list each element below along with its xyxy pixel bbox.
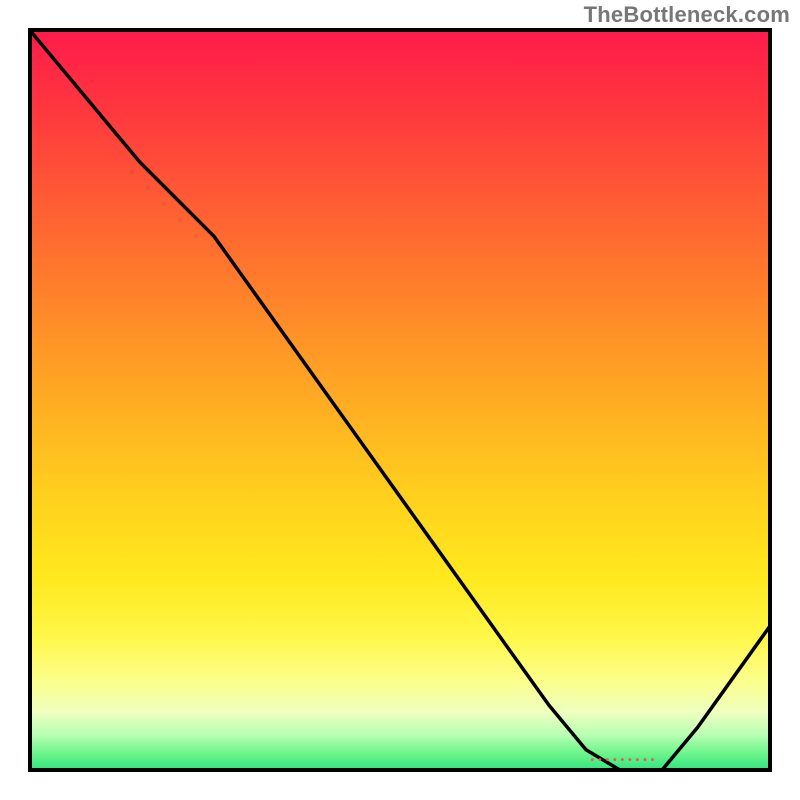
optimal-marker: ••••••••• xyxy=(591,755,659,766)
bottleneck-curve xyxy=(28,28,772,772)
chart-container: TheBottleneck.com ••••••••• xyxy=(0,0,800,800)
plot-area: ••••••••• xyxy=(28,28,772,772)
watermark-text: TheBottleneck.com xyxy=(584,2,790,28)
